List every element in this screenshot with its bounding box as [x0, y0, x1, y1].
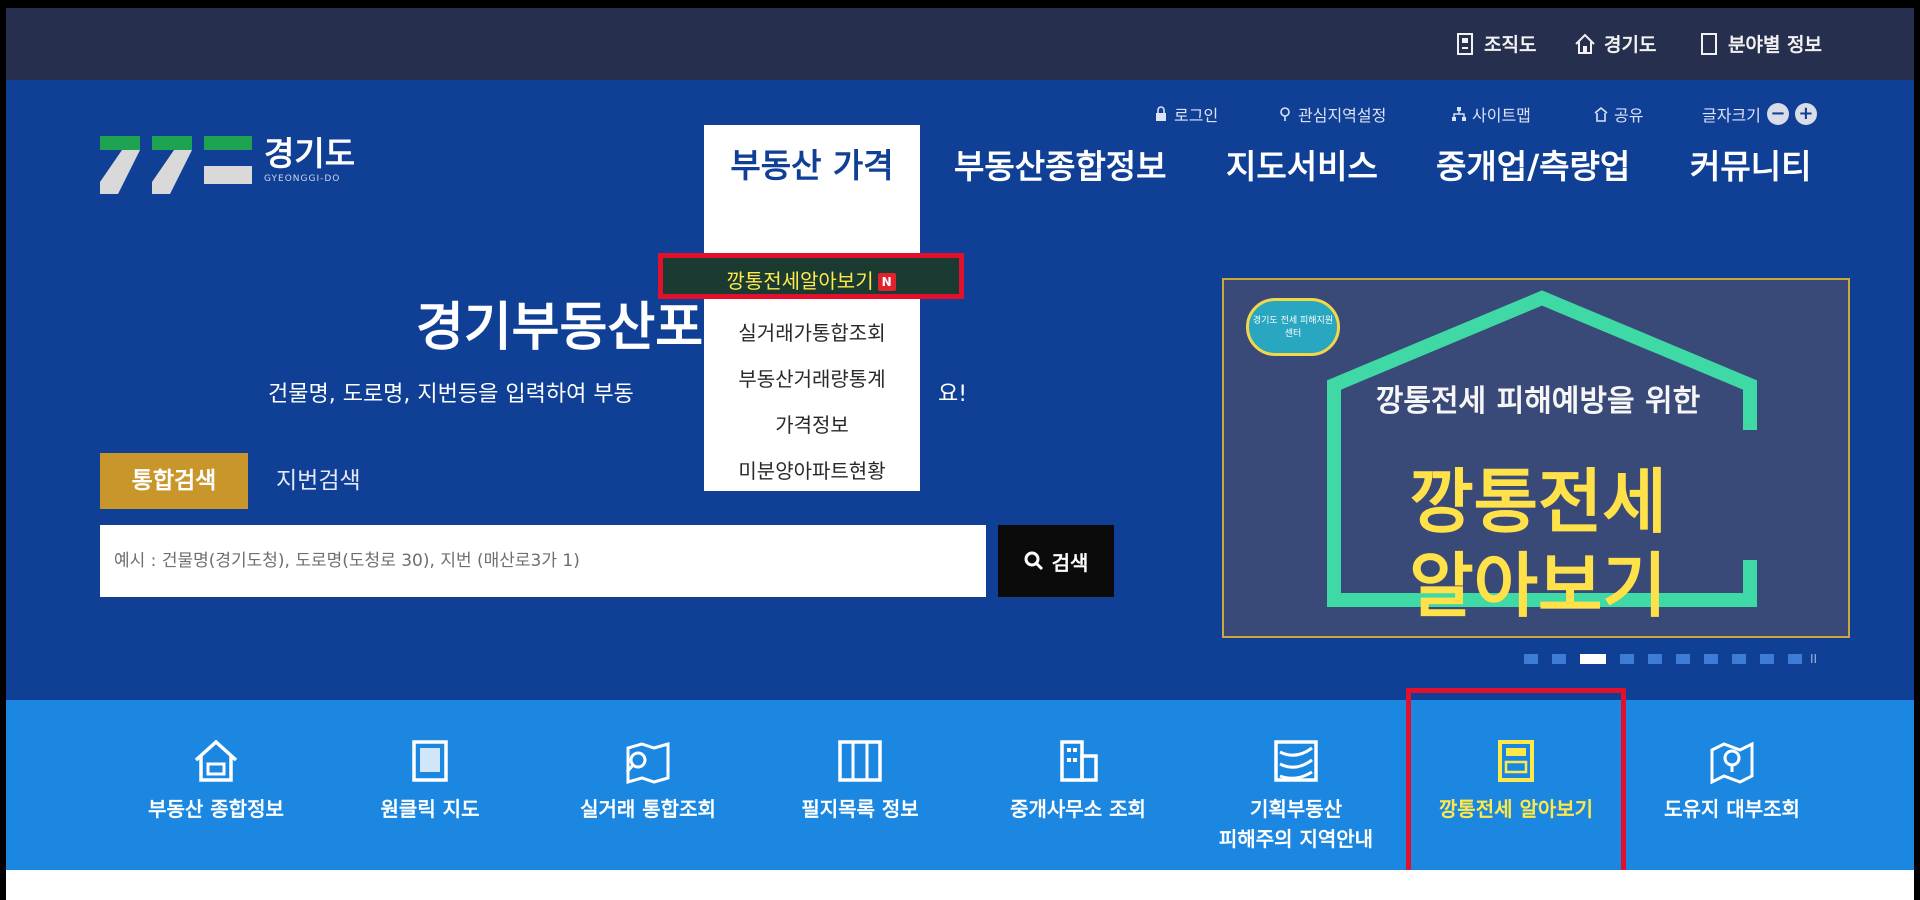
font-size-decrease-button[interactable]: − [1766, 103, 1789, 125]
quick-item-parcel-list[interactable]: 필지목록 정보 [760, 738, 960, 824]
hero-description-tail: 요! [938, 382, 968, 407]
banner-subtitle: 깡통전세 피해예방을 위한 [1375, 384, 1701, 419]
banner-dot[interactable] [1552, 654, 1566, 664]
calculator-icon [1498, 740, 1534, 782]
document-icon [1701, 32, 1717, 55]
tab-lot-search[interactable]: 지번검색 [276, 453, 361, 509]
house-icon [194, 739, 238, 782]
share-label: 공유 [1614, 106, 1644, 125]
quick-menu: 부동산 종합정보 원클릭 지도 실거래 통합조회 필지목록 정보 중개사무소 조… [6, 688, 1914, 890]
quick-item-label: 실거래 통합조회 [580, 797, 716, 821]
banner-dot[interactable] [1524, 654, 1538, 664]
hero-section: 경기도 GYEONGGI-DO 로그인 관심지역설정 사이트맵 공유 글자크기 … [6, 80, 1914, 700]
home-icon [1575, 33, 1595, 54]
lock-icon [1156, 106, 1166, 121]
quick-item-real-trade[interactable]: 실거래 통합조회 [548, 738, 748, 824]
login-label: 로그인 [1174, 106, 1219, 125]
dropdown-item-real-price[interactable]: 실거래가통합조회 [704, 317, 920, 346]
quick-item-jeonse-check[interactable]: 깡통전세 알아보기 [1416, 738, 1616, 824]
banner-dot[interactable] [1704, 654, 1718, 664]
quick-item-label: 필지목록 정보 [801, 797, 919, 821]
org-chart-icon [1457, 32, 1473, 55]
share-link[interactable]: 공유 [1594, 102, 1643, 126]
quick-item-brokerage[interactable]: 중개사무소 조회 [978, 738, 1178, 824]
banner-dot-active[interactable] [1580, 654, 1606, 664]
tab-integrated-search[interactable]: 통합검색 [100, 453, 248, 509]
browser-viewport: 조직도 경기도 분야별 정보 경기도 GYEONGGI-DO 로그인 관심지역설… [6, 8, 1914, 900]
share-icon [1594, 106, 1608, 122]
banner-pagination: II [1524, 652, 1817, 666]
quick-item-province-land[interactable]: 도유지 대부조회 [1632, 738, 1832, 824]
font-size-label: 글자크기 [1702, 106, 1761, 125]
new-badge: N [877, 273, 896, 291]
gnb-brokerage-survey[interactable]: 중개업/측량업 [1436, 140, 1630, 188]
util-field-info[interactable]: 분야별 정보 [1698, 30, 1822, 57]
grid-list-icon [838, 740, 882, 782]
font-size-increase-button[interactable]: + [1794, 103, 1817, 125]
banner-dot[interactable] [1648, 654, 1662, 664]
dropdown-item-jeonse-check[interactable]: 깡통전세알아보기 N [658, 253, 964, 299]
dropdown-item-unsold-apt[interactable]: 미분양아파트현황 [704, 455, 920, 491]
dropdown-item-price-info[interactable]: 가격정보 [704, 409, 920, 438]
font-size-control: 글자크기 − + [1702, 102, 1817, 126]
sitemap-icon [1452, 107, 1466, 121]
util-org-chart-label: 조직도 [1484, 34, 1537, 56]
interest-area-label: 관심지역설정 [1298, 106, 1387, 125]
quick-item-label: 중개사무소 조회 [1010, 797, 1146, 821]
banner-dot[interactable] [1760, 654, 1774, 664]
banner-headline-line2: 알아보기 [1409, 545, 1667, 627]
util-gyeonggi[interactable]: 경기도 [1574, 30, 1656, 57]
quick-item-label: 도유지 대부조회 [1664, 797, 1800, 821]
quick-item-label: 부동산 종합정보 [148, 797, 284, 821]
content-area-start [6, 870, 1914, 900]
banner-pause-button[interactable]: II [1810, 652, 1817, 666]
gyeonggi-logo[interactable]: 경기도 GYEONGGI-DO [100, 136, 355, 198]
quick-item-label-line2: 피해주의 지역안내 [1218, 827, 1374, 851]
location-map-icon [1710, 741, 1754, 784]
util-gyeonggi-label: 경기도 [1604, 34, 1657, 56]
hero-title: 경기부동산포 [416, 298, 704, 358]
search-button[interactable]: 검색 [998, 525, 1114, 597]
banner-badge: 경기도 전세 피해지원센터 [1246, 298, 1340, 356]
hero-description: 건물명, 도로명, 지번등을 입력하여 부동 요! [268, 376, 967, 408]
sitemap-link[interactable]: 사이트맵 [1452, 102, 1531, 126]
promo-banner[interactable]: 경기도 전세 피해지원센터 깡통전세 피해예방을 위한 깡통전세 알아보기 [1222, 278, 1850, 638]
banner-dot[interactable] [1620, 654, 1634, 664]
map-search-icon [625, 742, 670, 784]
logo-subtitle: GYEONGGI-DO [264, 174, 341, 184]
banner-dot[interactable] [1732, 654, 1746, 664]
util-org-chart[interactable]: 조직도 [1454, 30, 1536, 57]
pin-icon [1280, 107, 1290, 121]
map-phone-icon [412, 740, 448, 782]
hero-description-text: 건물명, 도로명, 지번등을 입력하여 부동 [268, 382, 634, 407]
banner-dot[interactable] [1788, 654, 1802, 664]
dropdown-item-trade-stats[interactable]: 부동산거래량통계 [704, 363, 920, 392]
gnb-price-dropdown: 부동산 가격 깡통전세알아보기 N 실거래가통합조회 부동산거래량통계 가격정보 … [658, 125, 964, 491]
logo-title: 경기도 [264, 134, 356, 173]
warning-map-icon [1274, 740, 1318, 782]
quick-item-label: 기획부동산 [1250, 797, 1342, 821]
quick-item-label: 깡통전세 알아보기 [1438, 797, 1594, 821]
search-input[interactable] [100, 525, 986, 597]
util-field-info-label: 분야별 정보 [1728, 34, 1823, 56]
top-utility-bar: 조직도 경기도 분야별 정보 [6, 8, 1914, 80]
gnb-real-estate-info[interactable]: 부동산종합정보 [954, 140, 1167, 188]
gyeonggi-logo-icon [100, 136, 252, 194]
banner-dot[interactable] [1676, 654, 1690, 664]
search-button-label: 검색 [1051, 550, 1089, 575]
login-link[interactable]: 로그인 [1154, 102, 1218, 126]
quick-item-planned-real-estate[interactable]: 기획부동산 피해주의 지역안내 [1196, 738, 1396, 854]
quick-item-label: 원클릭 지도 [380, 797, 480, 821]
quick-item-real-estate-info[interactable]: 부동산 종합정보 [116, 738, 316, 824]
dropdown-item-jeonse-check-label: 깡통전세알아보기 [726, 269, 874, 293]
gnb-community[interactable]: 커뮤니티 [1690, 140, 1811, 188]
building-icon [1060, 740, 1098, 782]
interest-area-link[interactable]: 관심지역설정 [1278, 102, 1386, 126]
sitemap-label: 사이트맵 [1472, 106, 1531, 125]
gnb-real-estate-price[interactable]: 부동산 가격 [704, 139, 920, 187]
gnb-map-service[interactable]: 지도서비스 [1226, 140, 1378, 188]
search-icon [1024, 551, 1043, 571]
quick-item-one-click-map[interactable]: 원클릭 지도 [330, 738, 530, 824]
